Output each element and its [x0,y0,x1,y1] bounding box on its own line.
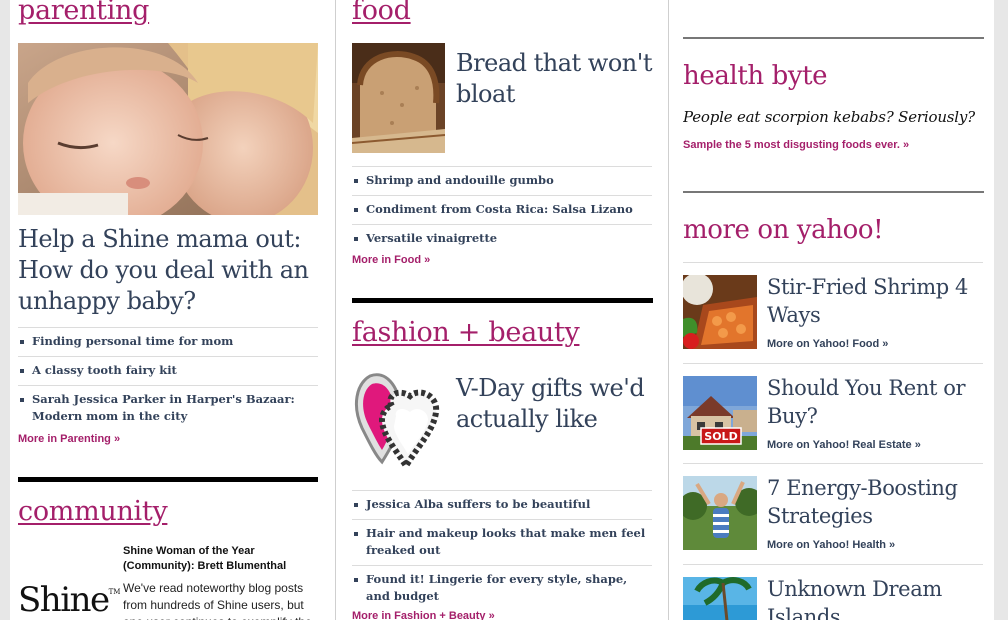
parenting-headline[interactable]: Help a Shine mama out: How do you deal w… [18,224,318,317]
shine-logo[interactable]: ShineTM [18,580,120,620]
trademark-mark: TM [108,588,121,596]
section-divider [18,477,318,482]
bread-photo[interactable] [352,43,445,153]
food-bullets: Shrimp and andouille gumbo Condiment fro… [352,166,652,253]
heart-accessory-photo[interactable] [352,366,445,476]
column-middle: food Bread that won't bloat Shrimp and a… [352,0,653,620]
more-in-fashion-link[interactable]: More in Fashion + Beauty » [352,610,495,620]
content-page: parenting Help a Shine mama out: How do … [10,0,994,620]
woman-of-year-body: We've read noteworthy blog posts from hu… [123,581,312,620]
bullet-square-icon [354,208,358,212]
bullet-square-icon [354,179,358,183]
list-item[interactable]: Jessica Alba suffers to be beautiful [352,490,652,519]
bullet-square-icon [354,237,358,241]
yahoo-item[interactable]: 7 Energy-Boosting Strategies More on Yah… [683,463,983,564]
health-question[interactable]: People eat scorpion kebabs? Seriously? [683,108,975,126]
list-item-label: Sarah Jessica Parker in Harper's Bazaar:… [32,392,295,423]
shrimp-photo[interactable] [683,275,757,349]
section-divider [683,37,984,39]
bullet-square-icon [20,398,24,402]
yahoo-item[interactable]: Unknown Dream Islands [683,564,983,620]
yahoo-item-title[interactable]: Stir-Fried Shrimp 4 Ways [767,273,982,329]
woman-of-year-title[interactable]: Shine Woman of the Year (Community): Bre… [123,544,313,574]
parenting-bullets: Finding personal time for mom A classy t… [18,327,318,431]
column-divider [335,0,336,620]
shine-logo-text: Shine [18,580,110,620]
list-item[interactable]: Shrimp and andouille gumbo [352,166,652,195]
list-item-label: Condiment from Costa Rica: Salsa Lizano [366,202,633,216]
bullet-square-icon [354,532,358,536]
yahoo-item-title[interactable]: 7 Energy-Boosting Strategies [767,474,982,530]
list-item[interactable]: Found it! Lingerie for every style, shap… [352,565,652,611]
section-divider [352,298,653,303]
section-title-more-on-yahoo: more on yahoo! [683,215,884,245]
sold-sign-text: SOLD [704,430,737,443]
island-photo[interactable] [683,577,757,620]
food-headline[interactable]: Bread that won't bloat [456,48,653,110]
list-item-label: Jessica Alba suffers to be beautiful [366,497,591,511]
list-item-label: Finding personal time for mom [32,334,234,348]
section-title-community[interactable]: community [18,497,168,527]
list-item-label: Found it! Lingerie for every style, shap… [366,572,628,603]
section-title-health-byte: health byte [683,61,828,91]
section-title-food[interactable]: food [352,0,411,26]
yahoo-item[interactable]: SOLD Should You Rent or Buy? More on Yah… [683,363,983,464]
column-right: health byte People eat scorpion kebabs? … [683,0,984,620]
list-item[interactable]: Hair and makeup looks that make men feel… [352,519,652,565]
more-in-parenting-link[interactable]: More in Parenting » [18,433,120,445]
parenting-photo[interactable] [18,43,318,215]
fashion-headline[interactable]: V-Day gifts we'd actually like [456,373,652,435]
yahoo-item-link[interactable]: More on Yahoo! Real Estate » [767,439,921,451]
section-title-fashion-beauty[interactable]: fashion + beauty [352,318,580,348]
bullet-square-icon [20,369,24,373]
list-item[interactable]: Finding personal time for mom [18,327,318,356]
house-sold-photo[interactable]: SOLD [683,376,757,450]
list-item[interactable]: A classy tooth fairy kit [18,356,318,385]
energy-woman-photo[interactable] [683,476,757,550]
bullet-square-icon [354,503,358,507]
list-item-label: A classy tooth fairy kit [32,363,177,377]
fashion-bullets: Jessica Alba suffers to be beautiful Hai… [352,490,652,611]
health-link[interactable]: Sample the 5 most disgusting foods ever.… [683,139,909,151]
yahoo-item-link[interactable]: More on Yahoo! Food » [767,338,888,350]
list-item[interactable]: Sarah Jessica Parker in Harper's Bazaar:… [18,385,318,431]
yahoo-item-title[interactable]: Should You Rent or Buy? [767,374,982,430]
yahoo-item-title[interactable]: Unknown Dream Islands [767,575,982,620]
yahoo-item[interactable]: Stir-Fried Shrimp 4 Ways More on Yahoo! … [683,262,983,363]
column-divider [668,0,669,620]
list-item-label: Versatile vinaigrette [366,231,498,245]
list-item-label: Shrimp and andouille gumbo [366,173,554,187]
section-divider [683,191,984,193]
more-in-food-link[interactable]: More in Food » [352,254,430,266]
list-item[interactable]: Condiment from Costa Rica: Salsa Lizano [352,195,652,224]
list-item-label: Hair and makeup looks that make men feel… [366,526,646,557]
list-item[interactable]: Versatile vinaigrette [352,224,652,253]
yahoo-item-link[interactable]: More on Yahoo! Health » [767,539,895,551]
bullet-square-icon [20,340,24,344]
section-title-parenting[interactable]: parenting [18,0,149,26]
column-left: parenting Help a Shine mama out: How do … [18,0,318,620]
bullet-square-icon [354,578,358,582]
